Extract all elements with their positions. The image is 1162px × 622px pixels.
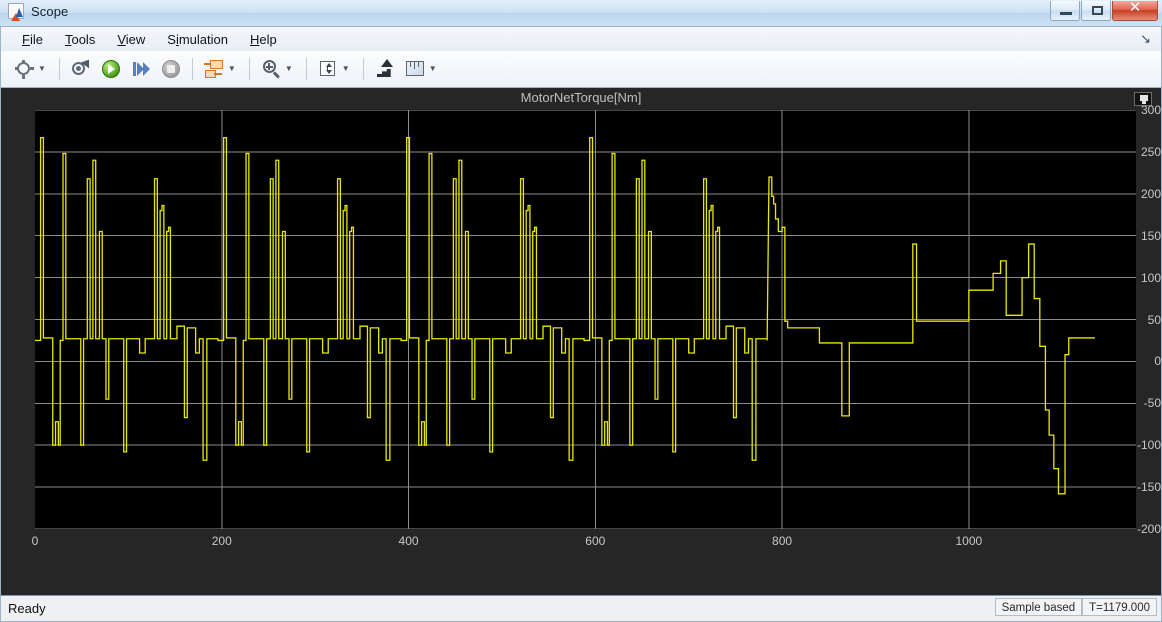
plot-svg — [35, 109, 1136, 530]
chevron-down-icon[interactable]: ▼ — [429, 65, 437, 73]
y-tick-label: 50 — [1147, 312, 1161, 327]
y-tick-label: 0 — [1154, 354, 1161, 369]
y-tick-label: 200 — [1140, 186, 1161, 201]
menu-item-tools[interactable]: Tools — [54, 30, 106, 49]
zoom-in-button[interactable]: ▼ — [256, 55, 300, 83]
status-bar: Ready Sample based T=1179.000 — [0, 595, 1162, 622]
y-tick-label: -150 — [1136, 480, 1161, 495]
x-tick-label: 1000 — [955, 534, 983, 548]
y-tick-label: -200 — [1136, 522, 1161, 536]
run-button[interactable] — [96, 55, 126, 83]
x-tick-label: 200 — [211, 534, 232, 548]
stop-icon — [159, 57, 183, 81]
menu-bar: File Tools View Simulation Help ↘ — [0, 26, 1162, 51]
dock-control-icon[interactable]: ↘ — [1140, 31, 1151, 47]
plot-title: MotorNetTorque[Nm] — [520, 90, 642, 105]
scope-display[interactable]: MotorNetTorque[Nm] -200 -150 -100 -50 0 50 100… — [0, 88, 1162, 595]
scope-window: Scope ✕ File Tools View Simulation Help … — [0, 0, 1162, 622]
y-tick-label: 150 — [1140, 228, 1161, 243]
y-tick-label: -50 — [1143, 396, 1161, 411]
layout-icon — [202, 57, 226, 81]
zoom-in-icon — [259, 57, 283, 81]
chevron-down-icon[interactable]: ▼ — [228, 65, 236, 73]
status-bar-right: Sample based T=1179.000 — [994, 598, 1157, 616]
x-tick-label: 600 — [585, 534, 606, 548]
trigger-icon — [373, 57, 397, 81]
toolbar-separator — [248, 58, 250, 80]
window-controls: ✕ — [1049, 0, 1158, 21]
stop-button[interactable] — [156, 55, 186, 83]
x-tick-label: 0 — [31, 534, 39, 548]
toolbar-separator — [58, 58, 60, 80]
minimize-button[interactable] — [1050, 1, 1080, 21]
minimize-icon — [1060, 12, 1072, 15]
chevron-down-icon[interactable]: ▼ — [342, 65, 350, 73]
step-forward-icon — [129, 57, 153, 81]
simulink-model-icon — [69, 56, 94, 81]
y-tick-label: 250 — [1140, 144, 1161, 159]
close-icon: ✕ — [1128, 0, 1142, 16]
maximize-icon — [1092, 6, 1103, 15]
simulink-model-button[interactable] — [66, 55, 96, 83]
menu-item-simulation[interactable]: Simulation — [156, 30, 239, 49]
simulation-time-indicator: T=1179.000 — [1082, 598, 1157, 616]
autoscale-button[interactable]: ▼ — [313, 55, 357, 83]
chevron-down-icon[interactable]: ▼ — [285, 65, 293, 73]
y-tick-label: -100 — [1136, 438, 1161, 453]
x-tick-label: 800 — [772, 534, 793, 548]
menu-item-file[interactable]: File — [11, 30, 54, 49]
toolbar-separator — [305, 58, 307, 80]
chevron-down-icon[interactable]: ▼ — [38, 65, 46, 73]
configuration-properties-button[interactable]: ▼ — [9, 55, 53, 83]
configuration-properties-icon — [12, 57, 36, 81]
layout-button[interactable]: ▼ — [199, 55, 243, 83]
legend-icon — [1140, 95, 1148, 104]
status-ready-text: Ready — [8, 601, 46, 616]
close-button[interactable]: ✕ — [1112, 0, 1158, 21]
trigger-button[interactable] — [370, 55, 400, 83]
plot-area[interactable] — [35, 109, 1136, 530]
matlab-scope-icon — [8, 3, 24, 21]
toolbar-separator — [191, 58, 193, 80]
maximize-button[interactable] — [1081, 1, 1111, 21]
step-forward-button[interactable] — [126, 55, 156, 83]
title-bar-left: Scope — [8, 3, 69, 21]
run-icon — [99, 57, 123, 81]
measurements-icon — [403, 57, 427, 81]
toolbar: ▼ ▼ ▼ ▼ ▼ — [0, 51, 1162, 88]
title-bar: Scope ✕ — [0, 0, 1162, 26]
measurements-button[interactable]: ▼ — [400, 55, 444, 83]
frame-mode-indicator: Sample based — [994, 598, 1083, 616]
y-tick-label: 300 — [1140, 103, 1161, 117]
x-tick-label: 400 — [398, 534, 419, 548]
window-title: Scope — [31, 3, 69, 19]
y-tick-label: 100 — [1140, 270, 1161, 285]
autoscale-icon — [316, 57, 340, 81]
menu-item-help[interactable]: Help — [239, 30, 288, 49]
toolbar-separator — [362, 58, 364, 80]
menu-item-view[interactable]: View — [106, 30, 156, 49]
